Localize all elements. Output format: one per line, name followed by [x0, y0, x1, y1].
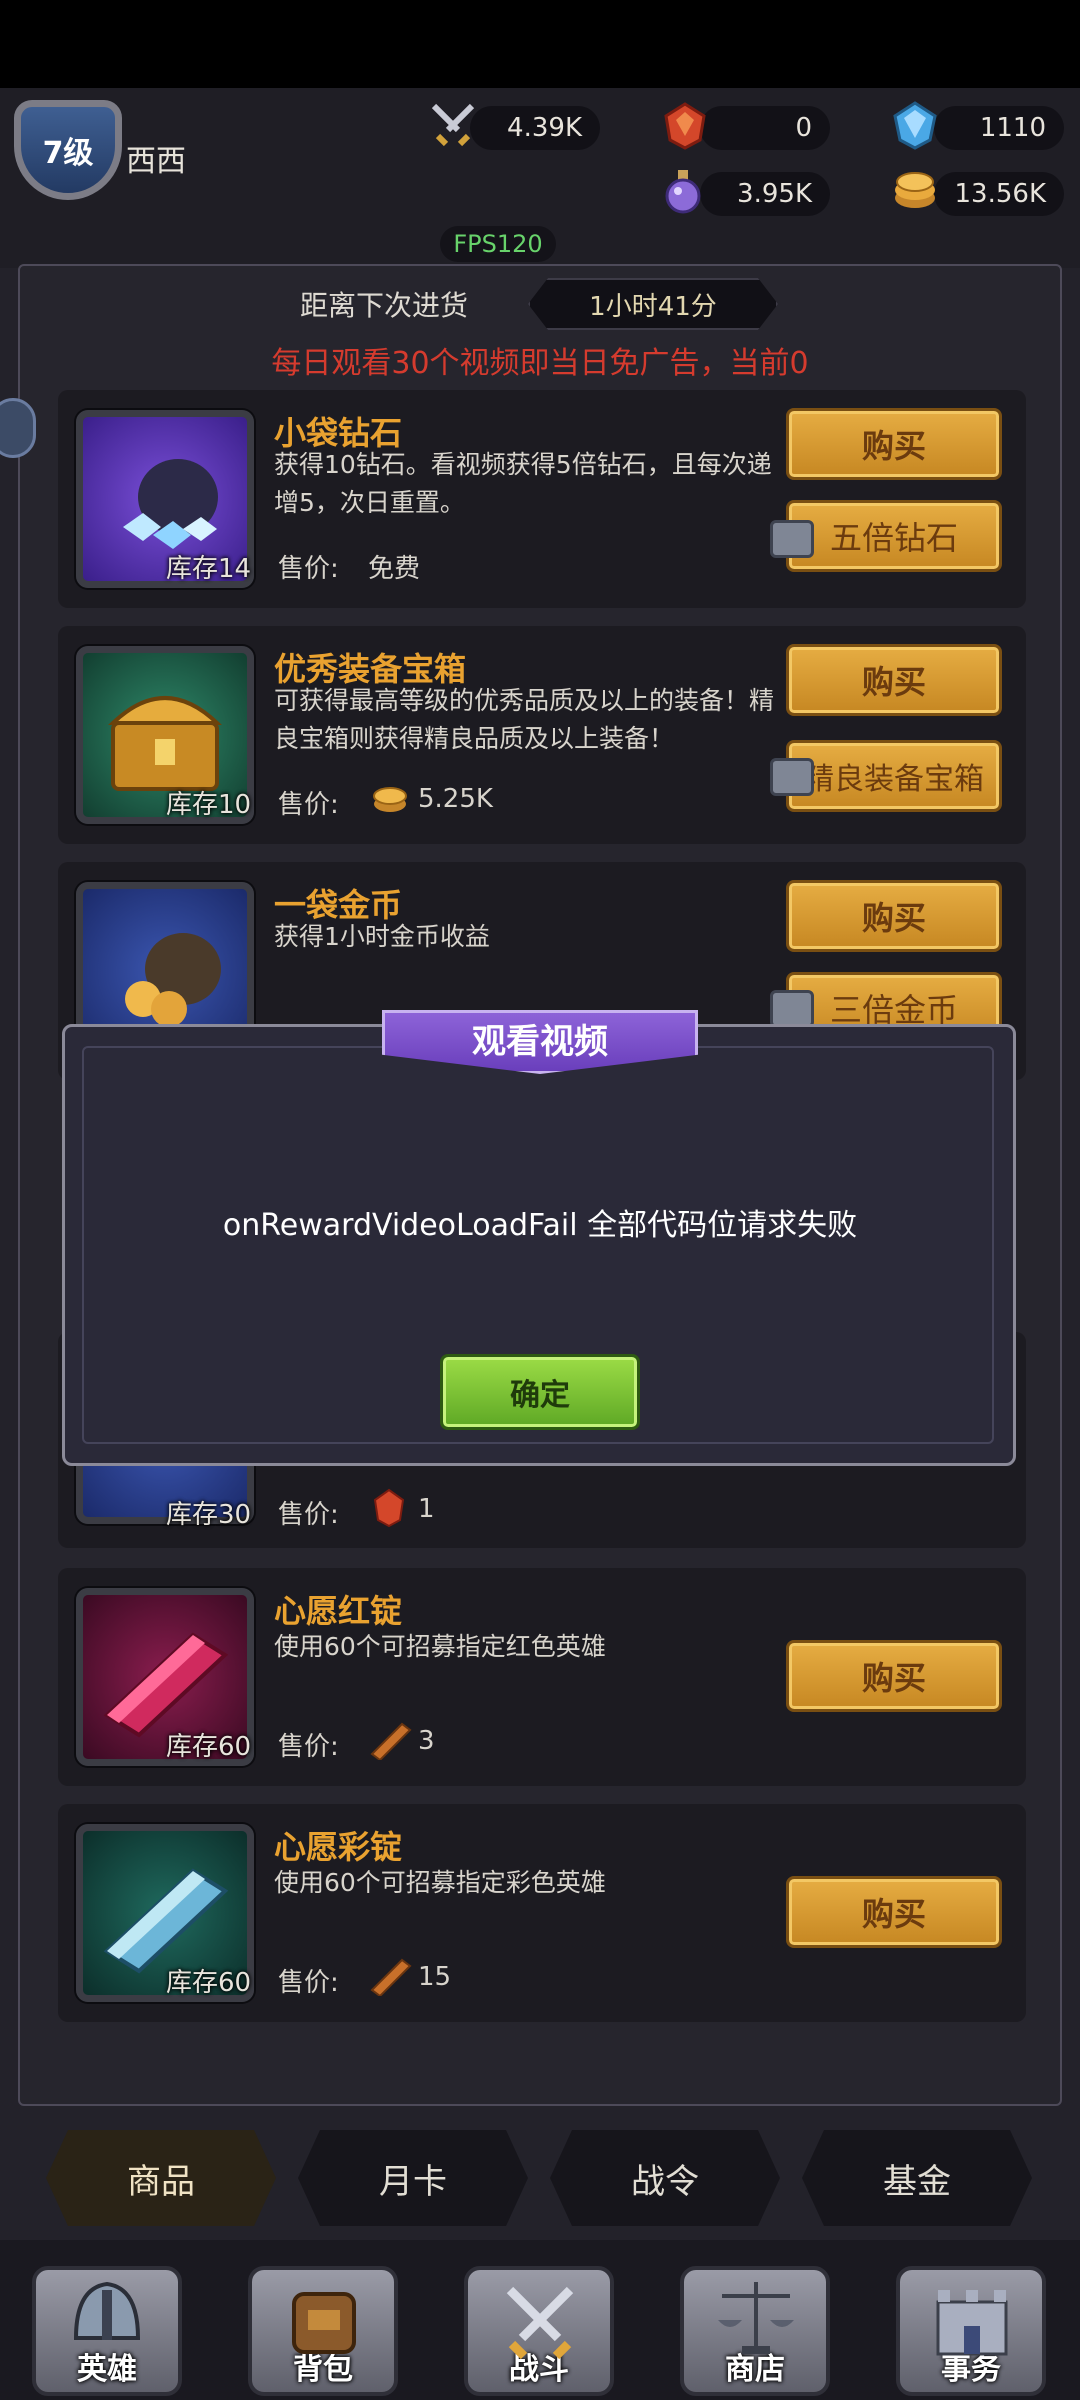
power-counter: 4.39K — [470, 106, 600, 150]
username: 西西 — [126, 144, 186, 179]
crossed-swords-icon — [506, 2286, 574, 2360]
nav-backpack[interactable]: 背包 — [248, 2266, 398, 2396]
item-description: 获得10钻石。看视频获得5倍钻石，且每次递增5，次日重置。 — [274, 450, 772, 517]
status-bar — [0, 0, 1080, 88]
backpack-icon — [292, 2292, 356, 2354]
tab-label: 月卡 — [379, 2161, 447, 2202]
tab-monthly-card[interactable]: 月卡 — [298, 2130, 528, 2226]
tab-battle-pass[interactable]: 战令 — [550, 2130, 780, 2226]
gold-counter: 13.56K — [934, 172, 1064, 216]
buy-button[interactable]: 购买 — [786, 880, 1002, 952]
scales-icon — [718, 2282, 794, 2354]
nav-store[interactable]: 商店 — [680, 2266, 830, 2396]
dialog-title: 观看视频 — [472, 1022, 608, 1062]
diamond-icon — [893, 101, 937, 150]
item-stock: 库存60 — [166, 1732, 252, 1762]
confirm-button[interactable]: 确定 — [440, 1354, 640, 1430]
power-value: 4.39K — [507, 113, 582, 143]
nav-heroes[interactable]: 英雄 — [32, 2266, 182, 2396]
potion-value: 3.95K — [737, 179, 812, 209]
item-stock: 库存30 — [166, 1500, 252, 1530]
price-label: 售价: — [278, 1500, 339, 1530]
price-label: 售价: — [278, 1732, 339, 1762]
potion-counter: 3.95K — [700, 172, 830, 216]
crossed-swords-icon — [431, 103, 475, 147]
buy-label: 购买 — [861, 1895, 926, 1933]
potion-icon — [665, 170, 701, 214]
video-button-label: 五倍钻石 — [829, 519, 958, 557]
buy-button[interactable]: 购买 — [786, 1640, 1002, 1712]
video-button-label: 精良装备宝箱 — [804, 762, 984, 797]
restock-timer: 1小时41分 — [528, 278, 778, 330]
buy-button[interactable]: 购买 — [786, 1876, 1002, 1948]
item-description: 获得1小时金币收益 — [274, 922, 490, 951]
price-value: 3 — [418, 1726, 435, 1756]
tv-icon — [770, 520, 814, 558]
buy-button[interactable]: 购买 — [786, 408, 1002, 480]
item-title: 心愿红锭 — [274, 1592, 403, 1630]
price-label: 售价: — [278, 554, 339, 584]
buy-label: 购买 — [861, 1659, 926, 1697]
buy-label: 购买 — [861, 427, 926, 465]
gold-coins-icon — [895, 172, 935, 208]
item-description: 可获得最高等级的优秀品质及以上的装备！精良宝箱则获得精良品质及以上装备！ — [274, 686, 775, 753]
price-label: 售价: — [278, 1968, 339, 1998]
item-stock: 库存10 — [166, 790, 252, 820]
item-description: 使用60个可招募指定红色英雄 — [274, 1632, 606, 1661]
ruby-icon — [664, 102, 706, 150]
tab-label: 商品 — [127, 2161, 195, 2202]
ad-free-notice: 每日观看30个视频即当日免广告，当前0 — [271, 346, 809, 381]
wood-plank-icon — [370, 1958, 412, 1996]
item-stock: 库存60 — [166, 1968, 252, 1998]
buy-label: 购买 — [861, 899, 926, 937]
price-value: 5.25K — [418, 784, 493, 814]
price-label: 售价: — [278, 790, 339, 820]
price-value: 15 — [418, 1962, 452, 1992]
confirm-label: 确定 — [510, 1378, 570, 1413]
price-value: 免费 — [368, 554, 421, 584]
diamond-counter: 1110 — [934, 106, 1064, 150]
ruby-counter: 0 — [700, 106, 830, 150]
item-description: 使用60个可招募指定彩色英雄 — [274, 1868, 606, 1897]
castle-icon — [936, 2290, 1008, 2356]
nav-battle[interactable]: 战斗 — [464, 2266, 614, 2396]
item-title: 心愿彩锭 — [274, 1828, 403, 1866]
tab-label: 战令 — [631, 2161, 699, 2202]
tv-icon — [770, 990, 814, 1028]
side-tab-handle[interactable] — [0, 398, 36, 458]
price-value: 1 — [418, 1494, 435, 1524]
wood-plank-icon — [370, 1722, 412, 1760]
diamond-value: 1110 — [979, 113, 1046, 143]
dialog-message: onRewardVideoLoadFail 全部代码位请求失败 — [222, 1208, 858, 1243]
item-stock: 库存14 — [166, 554, 252, 584]
restock-label: 距离下次进货 — [300, 289, 469, 322]
tv-icon — [770, 758, 814, 796]
nav-affairs[interactable]: 事务 — [896, 2266, 1046, 2396]
ruby-icon — [373, 1488, 405, 1528]
watch-video-button[interactable]: 精良装备宝箱 — [786, 740, 1002, 812]
buy-label: 购买 — [861, 663, 926, 701]
gold-value: 13.56K — [954, 179, 1046, 209]
level-text: 7级 — [42, 136, 94, 171]
helmet-icon — [73, 2281, 141, 2340]
watch-video-button[interactable]: 五倍钻石 — [786, 500, 1002, 572]
buy-button[interactable]: 购买 — [786, 644, 1002, 716]
ruby-value: 0 — [795, 113, 812, 143]
tab-goods[interactable]: 商品 — [46, 2130, 276, 2226]
gold-coins-icon — [373, 787, 407, 812]
fps-indicator: FPS120 — [440, 226, 556, 262]
tab-fund[interactable]: 基金 — [802, 2130, 1032, 2226]
tab-label: 基金 — [883, 2161, 951, 2202]
